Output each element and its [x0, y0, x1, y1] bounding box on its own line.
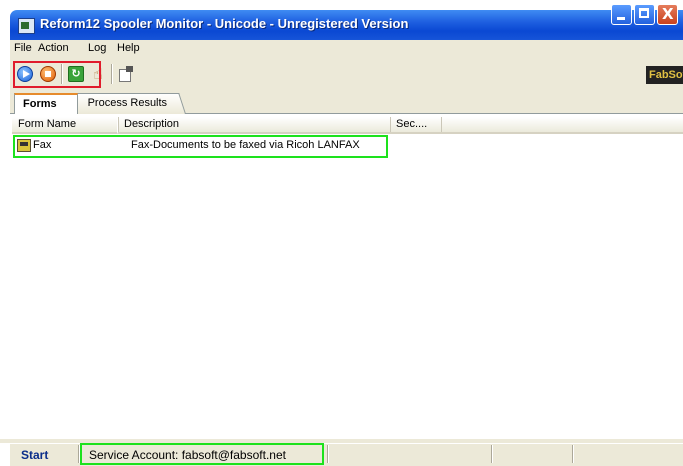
highlight-service-account: [80, 443, 324, 465]
minimize-button[interactable]: [611, 4, 632, 25]
menu-help[interactable]: Help: [117, 42, 140, 54]
highlight-fax-row: [13, 135, 388, 158]
tab-forms[interactable]: Forms: [14, 93, 78, 114]
toolbar-separator: [111, 64, 113, 84]
fabsoft-logo: FabSoft: [646, 66, 683, 84]
close-button[interactable]: X: [657, 4, 678, 25]
column-header-description[interactable]: Description: [117, 117, 390, 134]
menu-log[interactable]: Log: [88, 42, 106, 54]
status-separator: [327, 445, 329, 463]
status-state: Start: [21, 448, 49, 462]
menu-file[interactable]: File: [14, 42, 32, 54]
column-header-filler: [441, 117, 683, 134]
tab-process-results[interactable]: Process Results: [69, 93, 186, 114]
tab-process-results-label: Process Results: [87, 97, 168, 109]
menu-action[interactable]: Action: [38, 42, 69, 54]
column-header-form-name[interactable]: Form Name: [12, 117, 117, 134]
maximize-button[interactable]: [634, 4, 655, 25]
status-separator: [491, 445, 493, 463]
close-icon: X: [662, 5, 674, 23]
properties-icon[interactable]: [117, 65, 135, 82]
highlight-toolbar-controls: [13, 61, 101, 88]
window-title: Reform12 Spooler Monitor - Unicode - Unr…: [40, 16, 409, 31]
app-icon: [18, 18, 35, 34]
status-separator: [572, 445, 574, 463]
menu-bar: [10, 40, 683, 59]
forms-list[interactable]: [10, 114, 683, 439]
column-header-sec[interactable]: Sec....: [390, 117, 441, 134]
title-bar[interactable]: Reform12 Spooler Monitor - Unicode - Unr…: [10, 10, 683, 40]
